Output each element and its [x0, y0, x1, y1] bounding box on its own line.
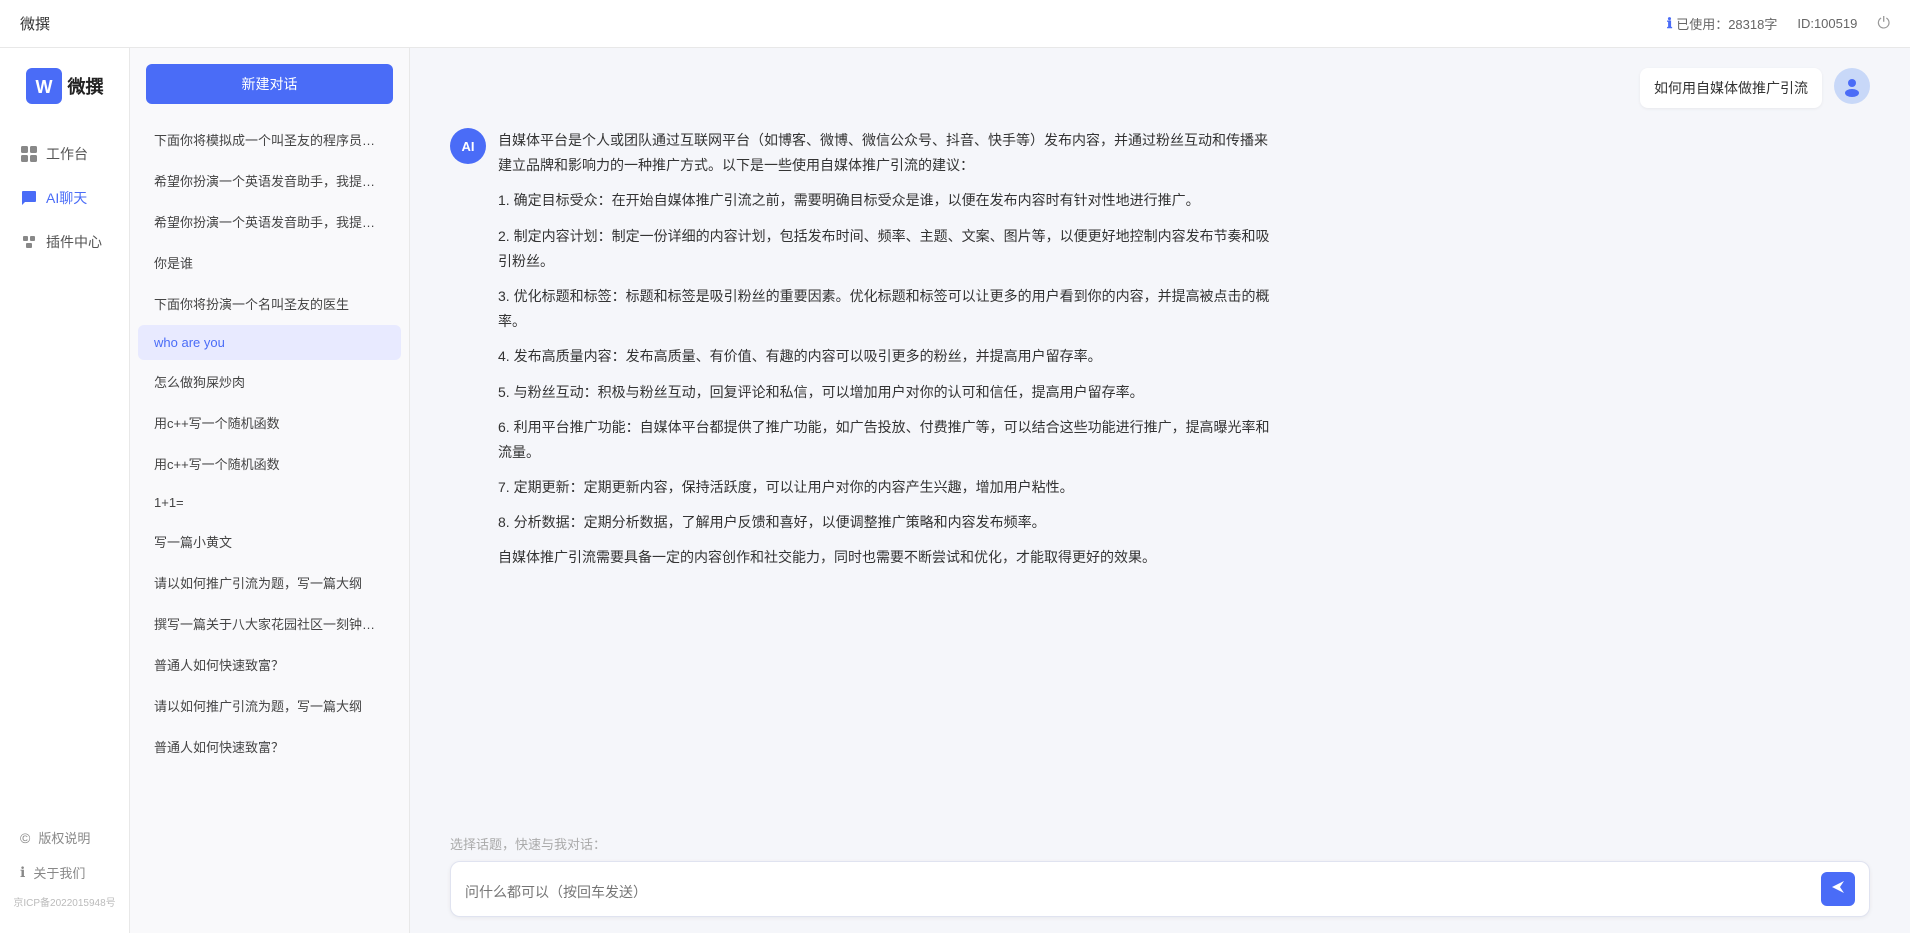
history-item[interactable]: 下面你将扮演一个名叫圣友的医生 [138, 284, 401, 323]
copyright-icon: © [20, 830, 30, 846]
ai-avatar: AI [450, 128, 486, 164]
topbar-id: ID:100519 [1797, 16, 1857, 31]
nav-bottom: © 版权说明 ℹ 关于我们 京ICP备2022015948号 [0, 820, 129, 913]
ai-paragraph: 6. 利用平台推广功能：自媒体平台都提供了推广功能，如广告投放、付费推广等，可以… [498, 415, 1278, 465]
ai-paragraph: 3. 优化标题和标签：标题和标签是吸引粉丝的重要因素。优化标题和标签可以让更多的… [498, 284, 1278, 334]
topbar: 微撰 ℹ 已使用：28318字 ID:100519 ⏻ [0, 0, 1910, 48]
ai-paragraph: 1. 确定目标受众：在开始自媒体推广引流之前，需要明确目标受众是谁，以便在发布内… [498, 188, 1278, 213]
svg-text:W: W [35, 77, 52, 97]
chat-main: 如何用自媒体做推广引流 AI 自媒体平台是个人或团队通过互联网平台（如博客、微博… [410, 48, 1910, 933]
logo-area: W 微撰 [26, 68, 104, 104]
ai-paragraph: 自媒体平台是个人或团队通过互联网平台（如博客、微博、微信公众号、抖音、快手等）发… [498, 128, 1278, 178]
plugin-icon [20, 233, 38, 251]
ai-chat-icon [20, 189, 38, 207]
icp-text: 京ICP备2022015948号 [0, 890, 129, 913]
ai-message-text: 自媒体平台是个人或团队通过互联网平台（如博客、微博、微信公众号、抖音、快手等）发… [498, 128, 1278, 571]
about-icon: ℹ [20, 864, 25, 881]
history-item[interactable]: who are you [138, 325, 401, 360]
logo-text: 微撰 [68, 73, 104, 99]
input-box-wrapper [450, 861, 1870, 917]
topbar-right: ℹ 已使用：28318字 ID:100519 ⏻ [1667, 14, 1890, 33]
history-item[interactable]: 希望你扮演一个英语发音助手，我提供给你... [138, 202, 401, 241]
topbar-usage: ℹ 已使用：28318字 [1667, 14, 1777, 33]
ai-paragraph: 4. 发布高质量内容：发布高质量、有价值、有趣的内容可以吸引更多的粉丝，并提高用… [498, 344, 1278, 369]
main-layout: W 微撰 工作台 AI聊天 [0, 48, 1910, 933]
history-item[interactable]: 用c++写一个随机函数 [138, 444, 401, 483]
messages-area: 如何用自媒体做推广引流 AI 自媒体平台是个人或团队通过互联网平台（如博客、微博… [410, 48, 1910, 822]
copyright-label: 版权说明 [38, 828, 90, 847]
topbar-title: 微撰 [20, 13, 50, 34]
usage-icon: ℹ [1667, 15, 1672, 32]
power-button[interactable]: ⏻ [1877, 15, 1890, 33]
send-button[interactable] [1821, 872, 1855, 906]
nav-about[interactable]: ℹ 关于我们 [0, 855, 129, 890]
sidebar-item-ai-chat[interactable]: AI聊天 [0, 178, 129, 218]
workbench-icon [20, 145, 38, 163]
user-avatar [1834, 68, 1870, 104]
plugin-label: 插件中心 [46, 232, 102, 252]
history-item[interactable]: 请以如何推广引流为题，写一篇大纲 [138, 686, 401, 725]
sidebar-item-plugin[interactable]: 插件中心 [0, 222, 129, 262]
history-item[interactable]: 下面你将模拟成一个叫圣友的程序员，我说... [138, 120, 401, 159]
history-item[interactable]: 用c++写一个随机函数 [138, 403, 401, 442]
history-item[interactable]: 撰写一篇关于八大家花园社区一刻钟便民生... [138, 604, 401, 643]
history-item[interactable]: 请以如何推广引流为题，写一篇大纲 [138, 563, 401, 602]
ai-message-bubble: 自媒体平台是个人或团队通过互联网平台（如博客、微博、微信公众号、抖音、快手等）发… [498, 128, 1278, 581]
user-message-text: 如何用自媒体做推广引流 [1640, 68, 1822, 108]
ai-paragraph: 自媒体推广引流需要具备一定的内容创作和社交能力，同时也需要不断尝试和优化，才能取… [498, 545, 1278, 570]
history-list: 下面你将模拟成一个叫圣友的程序员，我说...希望你扮演一个英语发音助手，我提供给… [130, 114, 409, 933]
ai-paragraph: 8. 分析数据：定期分析数据，了解用户反馈和喜好，以便调整推广策略和内容发布频率… [498, 510, 1278, 535]
history-item[interactable]: 你是谁 [138, 243, 401, 282]
ai-paragraph: 2. 制定内容计划：制定一份详细的内容计划，包括发布时间、频率、主题、文案、图片… [498, 224, 1278, 274]
send-icon [1830, 879, 1846, 900]
about-label: 关于我们 [33, 863, 85, 882]
history-item[interactable]: 怎么做狗屎炒肉 [138, 362, 401, 401]
history-item[interactable]: 写一篇小黄文 [138, 522, 401, 561]
ai-message-row: AI 自媒体平台是个人或团队通过互联网平台（如博客、微博、微信公众号、抖音、快手… [450, 128, 1870, 581]
ai-chat-label: AI聊天 [46, 188, 87, 208]
ai-paragraph: 5. 与粉丝互动：积极与粉丝互动，回复评论和私信，可以增加用户对你的认可和信任，… [498, 380, 1278, 405]
left-sidebar: W 微撰 工作台 AI聊天 [0, 48, 130, 933]
usage-text: 已使用：28318字 [1676, 14, 1777, 33]
user-message-row: 如何用自媒体做推广引流 [450, 68, 1870, 108]
quick-topics-label: 选择话题，快速与我对话： [450, 834, 1870, 853]
ai-paragraph: 7. 定期更新：定期更新内容，保持活跃度，可以让用户对你的内容产生兴趣，增加用户… [498, 475, 1278, 500]
history-item[interactable]: 1+1= [138, 485, 401, 520]
workbench-label: 工作台 [46, 144, 88, 164]
new-chat-button[interactable]: 新建对话 [146, 64, 393, 104]
sidebar-item-workbench[interactable]: 工作台 [0, 134, 129, 174]
nav-copyright[interactable]: © 版权说明 [0, 820, 129, 855]
input-area: 选择话题，快速与我对话： [410, 822, 1910, 933]
user-message-bubble: 如何用自媒体做推广引流 [1640, 68, 1822, 108]
chat-history-panel: 新建对话 下面你将模拟成一个叫圣友的程序员，我说...希望你扮演一个英语发音助手… [130, 48, 410, 933]
history-item[interactable]: 普通人如何快速致富？ [138, 727, 401, 766]
history-item[interactable]: 普通人如何快速致富？ [138, 645, 401, 684]
message-input[interactable] [465, 882, 1811, 906]
logo-icon: W [26, 68, 62, 104]
history-item[interactable]: 希望你扮演一个英语发音助手，我提供给你... [138, 161, 401, 200]
